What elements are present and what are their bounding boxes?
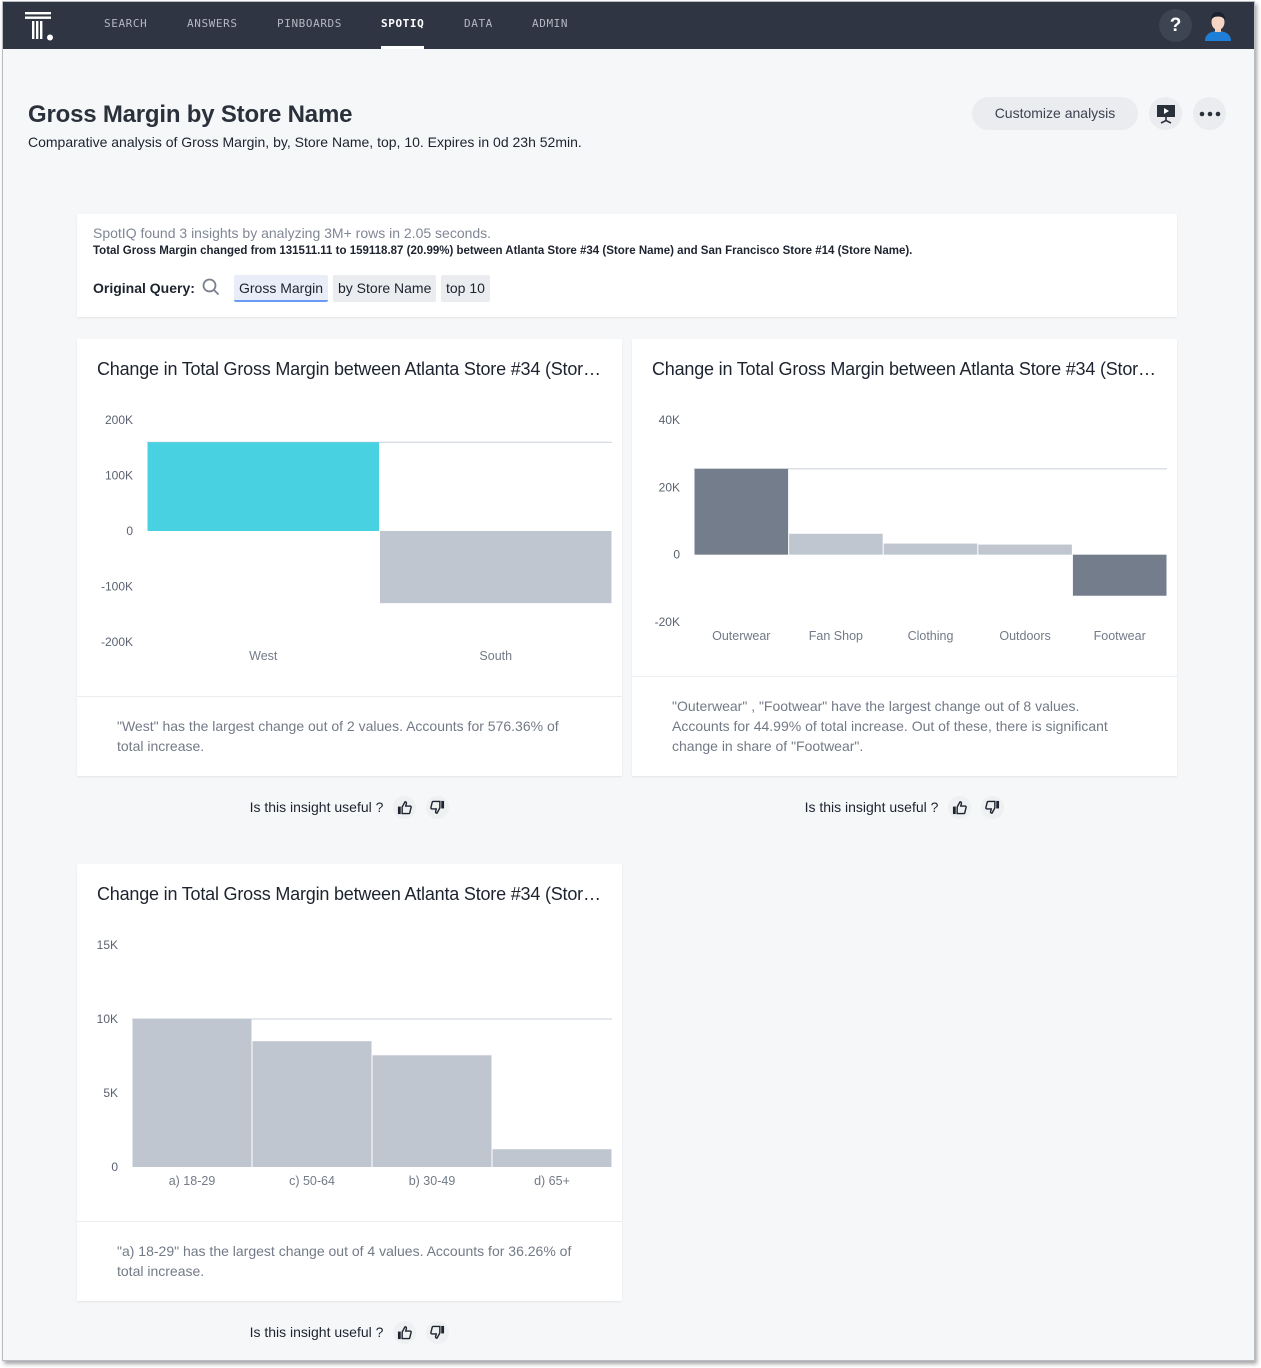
insight-chart[interactable]: 40K 20K 0 -20K Outerwear Fan Shop Clothing Outd… <box>632 339 1177 659</box>
thumbs-down-button[interactable] <box>426 1320 450 1344</box>
bar-fan-shop[interactable] <box>789 533 883 555</box>
insight-description: "a) 18-29" has the largest change out of… <box>117 1243 572 1279</box>
search-icon[interactable] <box>202 278 220 296</box>
customize-analysis-button[interactable]: Customize analysis <box>972 97 1138 130</box>
y-tick-label: 10K <box>97 1012 118 1026</box>
thumbs-up-button[interactable] <box>948 795 972 819</box>
y-tick-label: 200K <box>105 413 133 427</box>
thumbs-down-button[interactable] <box>981 795 1005 819</box>
page-title: Gross Margin by Store Name <box>28 101 353 128</box>
thumbs-up-icon <box>953 800 968 814</box>
y-tick-label: -100K <box>101 580 133 594</box>
nav-item-pinboards[interactable]: PINBOARDS <box>277 2 342 49</box>
y-tick-label: -200K <box>101 635 133 649</box>
y-tick-label: 15K <box>97 938 118 952</box>
y-tick-label: 100K <box>105 469 133 483</box>
page-subtitle: Comparative analysis of Gross Margin, by… <box>28 134 582 150</box>
insight-description: "West" has the largest change out of 2 v… <box>117 718 559 754</box>
bar-south[interactable] <box>380 531 612 604</box>
y-tick-label: 0 <box>126 524 133 538</box>
nav-item-data[interactable]: DATA <box>464 2 493 49</box>
presentation-icon <box>1156 104 1175 124</box>
insight-chart[interactable]: 200K 100K 0 -100K -200K West South <box>77 339 622 679</box>
query-token[interactable]: by Store Name <box>333 275 437 302</box>
feedback-label: Is this insight useful ? <box>249 799 384 815</box>
query-token[interactable]: Gross Margin <box>234 275 329 302</box>
x-category-label: Fan Shop <box>809 629 863 643</box>
bar-a-18-29[interactable] <box>132 1019 252 1167</box>
y-tick-label: 40K <box>659 413 680 427</box>
change-summary: Total Gross Margin changed from 131511.1… <box>93 245 913 257</box>
more-options-icon <box>1199 111 1220 116</box>
thumbs-down-icon <box>985 800 1000 814</box>
nav-item-admin[interactable]: ADMIN <box>532 2 568 49</box>
summary-panel: SpotIQ found 3 insights by analyzing 3M+… <box>77 214 1177 317</box>
bar-outerwear[interactable] <box>694 468 789 555</box>
card-divider <box>632 676 1177 677</box>
x-category-label: a) 18-29 <box>169 1174 216 1188</box>
thumbs-up-button[interactable] <box>393 1320 417 1344</box>
bar-outdoors[interactable] <box>978 544 1072 555</box>
bar-c-50-64[interactable] <box>252 1041 372 1167</box>
x-category-label: b) 30-49 <box>409 1174 456 1188</box>
bar-clothing[interactable] <box>883 543 978 555</box>
y-tick-label: 0 <box>111 1160 118 1174</box>
x-category-label: Outerwear <box>712 629 770 643</box>
more-options-button[interactable] <box>1193 97 1226 130</box>
insight-chart[interactable]: 15K 10K 5K 0 a) 18-29 c) 50-64 b) 30-49 d) 65+ <box>77 864 622 1204</box>
insight-card: Change in Total Gross Margin between Atl… <box>77 339 622 776</box>
thumbs-down-icon <box>430 800 445 814</box>
app-window: SEARCH ANSWERS PINBOARDS SPOTIQ DATA ADM… <box>2 1 1255 1361</box>
nav-item-spotiq[interactable]: SPOTIQ <box>381 2 425 49</box>
insights-summary: SpotIQ found 3 insights by analyzing 3M+… <box>93 225 492 241</box>
x-category-label: c) 50-64 <box>289 1174 335 1188</box>
feedback-row: Is this insight useful ? <box>77 792 622 822</box>
query-token[interactable]: top 10 <box>441 275 490 302</box>
top-nav: SEARCH ANSWERS PINBOARDS SPOTIQ DATA ADM… <box>3 2 1254 49</box>
user-avatar-icon[interactable] <box>1202 10 1234 42</box>
y-tick-label: 20K <box>659 480 680 494</box>
bar-west[interactable] <box>147 442 380 531</box>
x-category-label: Footwear <box>1094 629 1146 643</box>
feedback-row: Is this insight useful ? <box>77 1317 622 1347</box>
bar-footwear[interactable] <box>1072 554 1167 596</box>
thumbs-up-icon <box>398 1325 413 1339</box>
present-button[interactable] <box>1149 97 1182 130</box>
help-icon: ? <box>1169 15 1182 36</box>
insight-description: "Outerwear" , "Footwear" have the larges… <box>672 698 1108 754</box>
thumbs-up-icon <box>398 800 413 814</box>
thumbs-down-button[interactable] <box>426 795 450 819</box>
y-tick-label: 5K <box>103 1086 118 1100</box>
x-category-label: Clothing <box>908 629 954 643</box>
x-category-label: West <box>249 649 278 663</box>
bar-b-30-49[interactable] <box>372 1055 492 1167</box>
x-category-label: d) 65+ <box>534 1174 570 1188</box>
card-divider <box>77 1221 622 1222</box>
thumbs-down-icon <box>430 1325 445 1339</box>
y-tick-label: -20K <box>655 615 680 629</box>
feedback-label: Is this insight useful ? <box>804 799 939 815</box>
y-tick-label: 0 <box>673 548 680 562</box>
x-category-label: Outdoors <box>999 629 1050 643</box>
nav-item-search[interactable]: SEARCH <box>104 2 147 49</box>
insight-card: Change in Total Gross Margin between Atl… <box>77 864 622 1301</box>
thoughtspot-logo-icon[interactable] <box>25 12 55 42</box>
insight-card: Change in Total Gross Margin between Atl… <box>632 339 1177 776</box>
feedback-row: Is this insight useful ? <box>632 792 1177 822</box>
x-category-label: South <box>479 649 512 663</box>
thumbs-up-button[interactable] <box>393 795 417 819</box>
feedback-label: Is this insight useful ? <box>249 1324 384 1340</box>
help-button[interactable]: ? <box>1159 9 1192 42</box>
bar-d-65-[interactable] <box>492 1149 612 1167</box>
original-query-label: Original Query: <box>93 280 195 296</box>
nav-item-answers[interactable]: ANSWERS <box>187 2 238 49</box>
card-divider <box>77 696 622 697</box>
